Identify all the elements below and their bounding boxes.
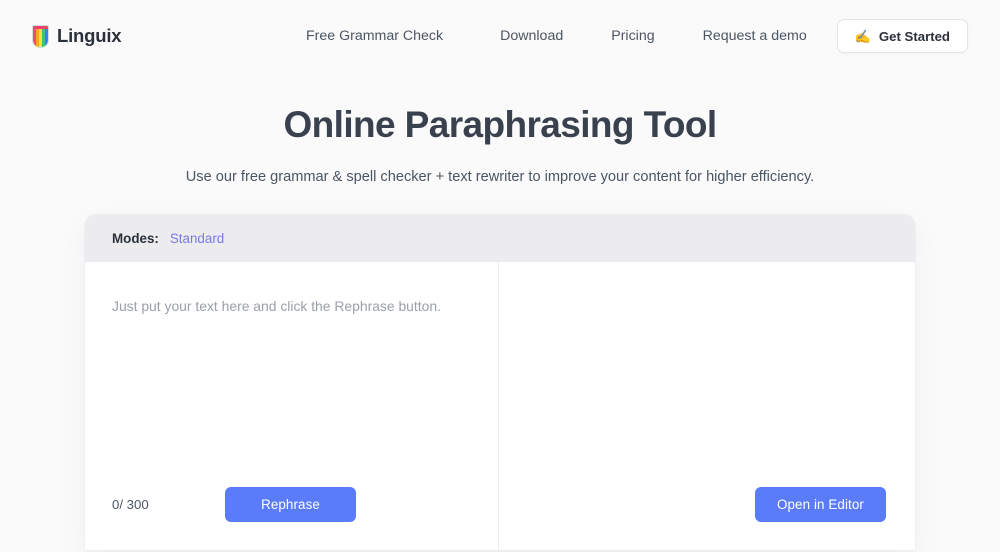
site-header: Linguix Free Grammar Check Download Pric… — [0, 0, 1000, 72]
output-pane: Open in Editor — [499, 262, 915, 550]
text-input-area[interactable]: Just put your text here and click the Re… — [112, 296, 474, 477]
rainbow-bookmark-icon — [33, 25, 48, 47]
nav-link-pricing[interactable]: Pricing — [611, 20, 654, 52]
output-text-area[interactable] — [528, 296, 886, 477]
nav-link-download[interactable]: Download — [500, 20, 563, 52]
get-started-button[interactable]: ✍️ Get Started — [836, 19, 968, 53]
page-title: Online Paraphrasing Tool — [283, 104, 717, 145]
output-footer: Open in Editor — [528, 477, 886, 550]
page-subtitle: Use our free grammar & spell checker + t… — [185, 169, 815, 186]
mode-option-standard[interactable]: Standard — [170, 231, 224, 246]
writing-hand-emoji: ✍️ — [854, 28, 871, 44]
main-navigation: Free Grammar Check Download Pricing Requ… — [306, 19, 968, 53]
open-in-editor-button[interactable]: Open in Editor — [755, 487, 886, 523]
modes-bar: Modes: Standard — [85, 214, 915, 263]
input-footer: 0/ 300 Rephrase — [112, 477, 474, 550]
input-pane: Just put your text here and click the Re… — [85, 262, 499, 551]
nav-link-request-a-demo[interactable]: Request a demo — [703, 20, 807, 52]
brand-name: Linguix — [57, 25, 122, 46]
get-started-label: Get Started — [878, 28, 950, 44]
brand-logo-link[interactable]: Linguix — [33, 25, 122, 47]
rephrase-button[interactable]: Rephrase — [225, 487, 356, 523]
character-counter: 0/ 300 — [112, 497, 149, 513]
modes-label: Modes: — [112, 230, 159, 246]
editor-row: Just put your text here and click the Re… — [85, 262, 915, 551]
hero-section: Online Paraphrasing Tool Use our free gr… — [0, 72, 1000, 185]
paraphrasing-tool-card: Modes: Standard Just put your text here … — [85, 214, 915, 551]
nav-link-free-grammar-check[interactable]: Free Grammar Check — [306, 20, 443, 52]
